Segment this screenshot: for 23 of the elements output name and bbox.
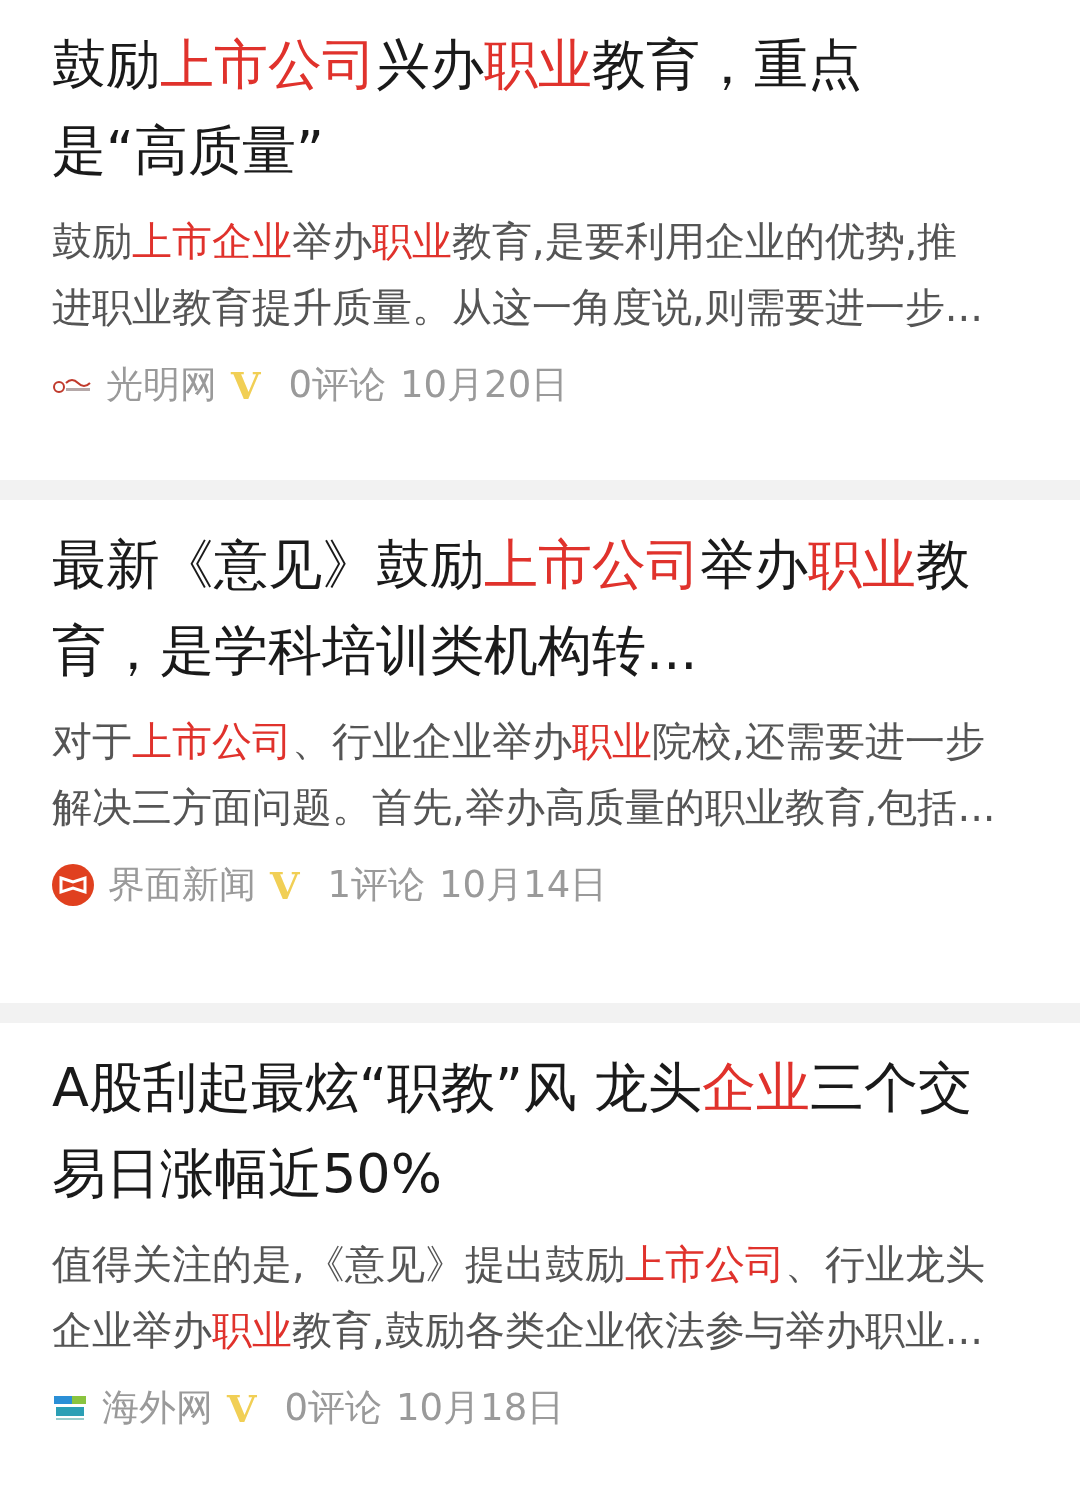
verified-label: V bbox=[231, 362, 261, 408]
source-name: 海外网 bbox=[102, 1385, 213, 1431]
publish-date: 10月18日 bbox=[396, 1385, 565, 1431]
logo-icon bbox=[52, 864, 94, 906]
source-name: 光明网 bbox=[106, 362, 217, 408]
article-snippet: 值得关注的是,《意见》提出鼓励上市公司、行业龙头 企业举办职业教育,鼓励各类企业依法参与举办职业... bbox=[52, 1240, 986, 1355]
article-snippet: 鼓励上市企业举办职业教育,是要利用企业的优势,推 进职业教育提升质量。从这一角度说,则需要进一步... bbox=[52, 217, 984, 332]
comment-count: 1评论 bbox=[327, 862, 426, 908]
article-card[interactable]: A股刮起最炫“职教”风 龙头企业三个交 易日涨幅近50% 值得关注的是,《意见》提出鼓励上市公司、行业龙头 企业举办职业教育,鼓励各类企业依法参与举办职业... 海外网 V 0评论 10月18日 bbox=[0, 1023, 1080, 1501]
article-title[interactable]: 最新《意见》鼓励上市公司举办职业教 育，是学科培训类机构转... bbox=[52, 522, 1028, 694]
source-name: 界面新闻 bbox=[108, 862, 256, 908]
article-snippet: 对于上市公司、行业企业举办职业院校,还需要进一步 解决三方面问题。首先,举办高质量的职业教育,包括... bbox=[52, 717, 997, 832]
article-card[interactable]: 最新《意见》鼓励上市公司举办职业教 育，是学科培训类机构转... 对于上市公司、行业企业举办职业院校,还需要进一步 解决三方面问题。首先,举办高质量的职业教育,包括... 界面新闻 V 1评论 10月14日 bbox=[0, 500, 1080, 1003]
verified-label: V bbox=[227, 1385, 257, 1431]
logo-icon bbox=[52, 1393, 88, 1423]
publish-date: 10月14日 bbox=[439, 862, 608, 908]
verified-label: V bbox=[270, 862, 300, 908]
article-title[interactable]: 鼓励上市公司兴办职业教育，重点 是“高质量” bbox=[52, 22, 1028, 194]
comment-count: 0评论 bbox=[284, 1385, 383, 1431]
article-card[interactable]: 鼓励上市公司兴办职业教育，重点 是“高质量” 鼓励上市企业举办职业教育,是要利用企业的优势,推 进职业教育提升质量。从这一角度说,则需要进一步... 光明网 V 0评论 10月20日 bbox=[0, 0, 1080, 480]
comment-count: 0评论 bbox=[288, 362, 387, 408]
article-title[interactable]: A股刮起最炫“职教”风 龙头企业三个交 易日涨幅近50% bbox=[52, 1045, 1028, 1217]
publish-date: 10月20日 bbox=[400, 362, 569, 408]
